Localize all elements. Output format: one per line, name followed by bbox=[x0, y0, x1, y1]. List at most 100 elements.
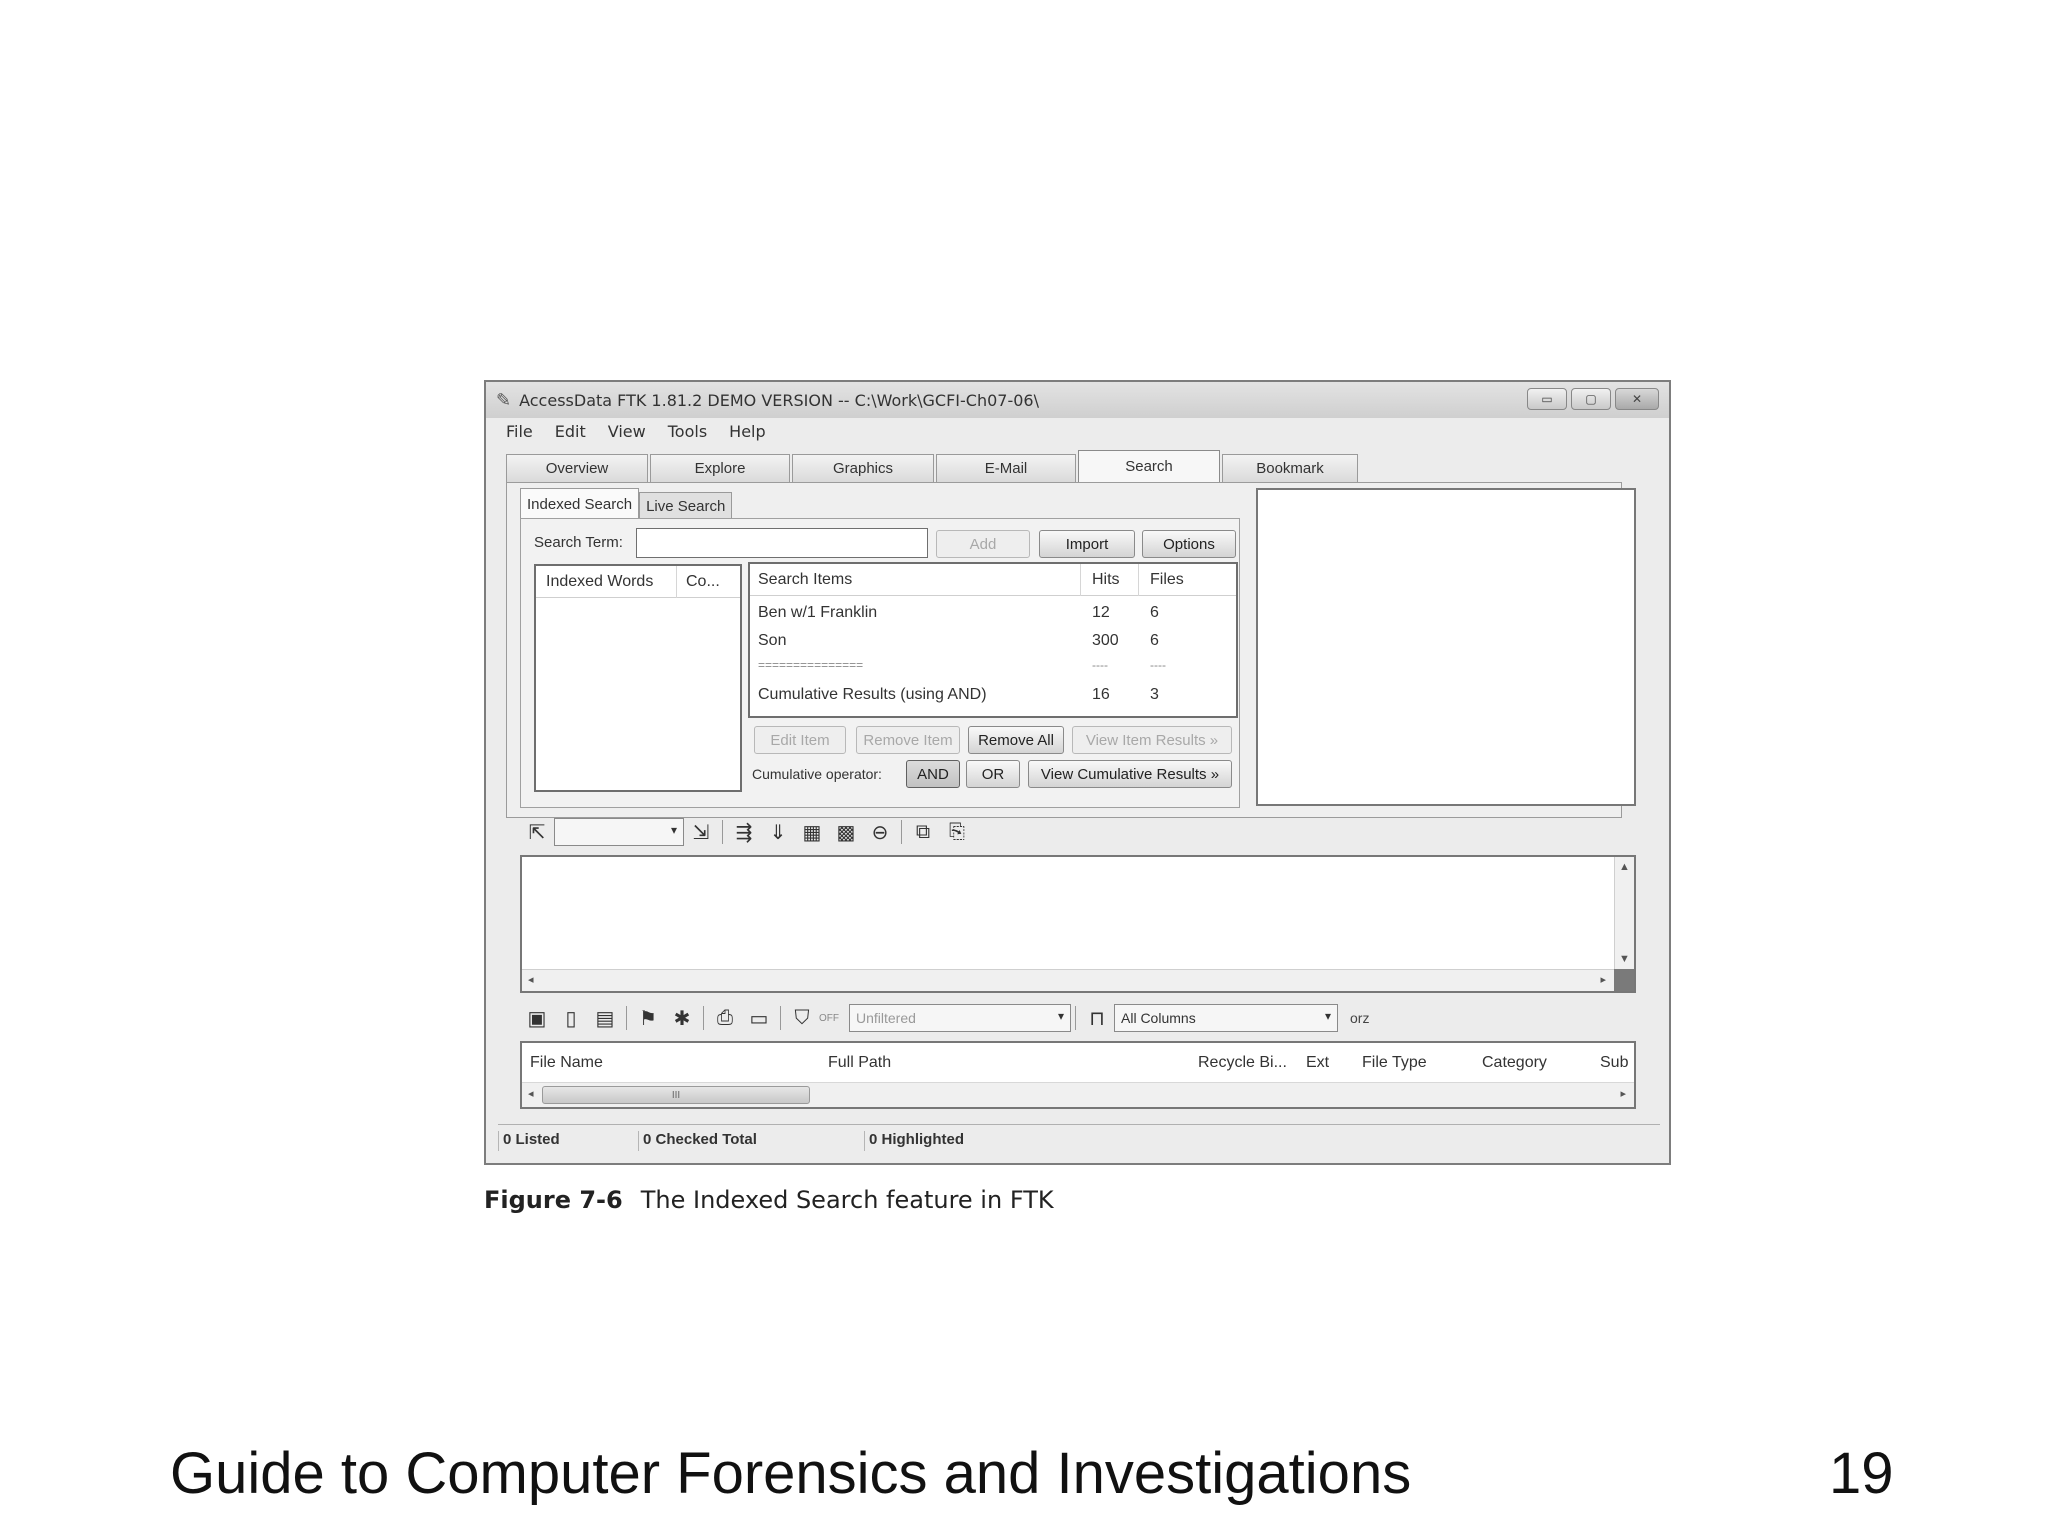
and-operator-button[interactable]: AND bbox=[906, 760, 960, 788]
tab-indexed-search[interactable]: Indexed Search bbox=[520, 488, 640, 520]
view-cumulative-results-button[interactable]: View Cumulative Results » bbox=[1028, 760, 1232, 788]
indexed-words-header: Indexed Words Co... bbox=[536, 566, 740, 598]
file-name-column[interactable]: File Name bbox=[530, 1054, 603, 1072]
main-tab-bar: Overview Explore Graphics E-Mail Search … bbox=[506, 450, 1360, 482]
tab-bookmark[interactable]: Bookmark bbox=[1222, 454, 1358, 482]
columns-icon[interactable]: ⊓ bbox=[1080, 1006, 1114, 1031]
tab-graphics[interactable]: Graphics bbox=[792, 454, 934, 482]
file-list-header: File Name Full Path Recycle Bi... Ext Fi… bbox=[522, 1043, 1634, 1083]
uncheck-icon[interactable]: ▯ bbox=[554, 1006, 588, 1031]
remove-item-button[interactable]: Remove Item bbox=[856, 726, 960, 754]
report-icon[interactable]: ⎙ bbox=[708, 1007, 742, 1030]
window-title: AccessData FTK 1.81.2 DEMO VERSION -- C:… bbox=[519, 390, 1039, 410]
filter-down-icon[interactable]: ⇓ bbox=[761, 820, 795, 845]
horizontal-scrollbar[interactable]: ◂ ▸ bbox=[522, 969, 1634, 991]
scroll-right-icon[interactable]: ▸ bbox=[1620, 1087, 1626, 1100]
tag-icon[interactable]: ⚑ bbox=[631, 1006, 665, 1031]
menu-view[interactable]: View bbox=[608, 422, 646, 441]
indexed-words-column[interactable]: Indexed Words bbox=[546, 573, 653, 591]
file-type-column[interactable]: File Type bbox=[1362, 1054, 1427, 1072]
print-icon[interactable]: ⊖ bbox=[863, 820, 897, 845]
scroll-left-icon[interactable]: ◂ bbox=[528, 973, 534, 986]
menu-help[interactable]: Help bbox=[729, 422, 765, 441]
scroll-down-icon[interactable]: ▼ bbox=[1619, 953, 1630, 965]
indexed-words-list[interactable]: Indexed Words Co... bbox=[534, 564, 742, 792]
figure-text: The Indexed Search feature in FTK bbox=[640, 1186, 1054, 1214]
status-bar: 0 Listed 0 Checked Total 0 Highlighted bbox=[498, 1124, 1660, 1154]
scroll-up-icon[interactable]: ▲ bbox=[1619, 861, 1630, 873]
ext-column[interactable]: Ext bbox=[1306, 1054, 1329, 1072]
results-toolbar: ⇱ ▾ ⇲ ⇶ ⇓ ▦ ▩ ⊖ ⧉ ⎘ bbox=[520, 814, 1636, 850]
hits-column[interactable]: Hits bbox=[1092, 571, 1120, 589]
view-item-results-button[interactable]: View Item Results » bbox=[1072, 726, 1232, 754]
recycle-bin-column[interactable]: Recycle Bi... bbox=[1198, 1054, 1287, 1072]
navigation-combo[interactable]: ▾ bbox=[554, 818, 684, 846]
filter-off-label: OFF bbox=[819, 1012, 839, 1024]
copy-icon[interactable]: ⧉ bbox=[906, 821, 940, 844]
filter-toggle-icon[interactable]: ⛉ bbox=[785, 1007, 819, 1030]
chevron-down-icon: ▾ bbox=[670, 823, 677, 837]
navigate-icon[interactable]: ⇱ bbox=[520, 820, 554, 845]
search-items-header: Search Items Hits Files bbox=[750, 564, 1236, 596]
tab-overview[interactable]: Overview bbox=[506, 454, 648, 482]
add-button[interactable]: Add bbox=[936, 530, 1030, 558]
tab-live-search[interactable]: Live Search bbox=[639, 492, 733, 520]
file-list-scrollbar[interactable]: ◂ III ▸ bbox=[522, 1083, 1634, 1107]
document-icon[interactable]: ▭ bbox=[742, 1006, 776, 1031]
filter-combo[interactable]: Unfiltered ▾ bbox=[849, 1004, 1071, 1032]
close-button[interactable]: ✕ bbox=[1615, 388, 1659, 410]
pen-icon: ✎ bbox=[496, 389, 512, 411]
column-settings-combo[interactable]: All Columns ▾ bbox=[1114, 1004, 1338, 1032]
search-items-list[interactable]: Search Items Hits Files Ben w/1 Franklin… bbox=[748, 562, 1238, 718]
tab-explore[interactable]: Explore bbox=[650, 454, 790, 482]
status-highlighted: 0 Highlighted bbox=[864, 1131, 964, 1151]
preview-pane[interactable] bbox=[1256, 488, 1636, 806]
menu-tools[interactable]: Tools bbox=[668, 422, 707, 441]
tab-search[interactable]: Search bbox=[1078, 450, 1220, 482]
menu-bar: File Edit View Tools Help bbox=[486, 418, 1669, 444]
search-sub-tabs: Indexed Search Live Search bbox=[520, 488, 733, 520]
thumbnails-icon[interactable]: ▤ bbox=[588, 1006, 622, 1031]
options-button[interactable]: Options bbox=[1142, 530, 1236, 558]
minimize-button[interactable]: ▭ bbox=[1527, 388, 1567, 410]
search-results-pane[interactable]: ▲ ▼ ◂ ▸ bbox=[520, 855, 1636, 993]
search-term-input[interactable] bbox=[636, 528, 928, 558]
count-column[interactable]: Co... bbox=[686, 573, 720, 591]
export-icon[interactable]: ⎘ bbox=[940, 821, 974, 844]
menu-file[interactable]: File bbox=[506, 422, 533, 441]
chevron-down-icon: ▾ bbox=[1057, 1009, 1064, 1023]
sub-column[interactable]: Sub bbox=[1600, 1054, 1628, 1072]
cumulative-operator-label: Cumulative operator: bbox=[752, 766, 882, 782]
category-column[interactable]: Category bbox=[1482, 1054, 1547, 1072]
chevron-down-icon: ▾ bbox=[1324, 1009, 1331, 1023]
full-path-column[interactable]: Full Path bbox=[828, 1054, 891, 1072]
scrollbar-thumb[interactable]: III bbox=[542, 1086, 810, 1104]
check-all-icon[interactable]: ▣ bbox=[520, 1006, 554, 1031]
maximize-button[interactable]: ▢ bbox=[1571, 388, 1611, 410]
status-listed: 0 Listed bbox=[498, 1131, 560, 1151]
find-icon[interactable]: ⇲ bbox=[684, 820, 718, 845]
figure-label: Figure 7-6 bbox=[484, 1186, 623, 1214]
grid-alt-icon[interactable]: ▩ bbox=[829, 820, 863, 845]
scroll-right-icon[interactable]: ▸ bbox=[1600, 973, 1606, 986]
search-term-label: Search Term: bbox=[534, 534, 623, 551]
ftk-window: ✎ AccessData FTK 1.81.2 DEMO VERSION -- … bbox=[484, 380, 1671, 1165]
filter-icon[interactable]: ⇶ bbox=[727, 820, 761, 845]
search-items-column[interactable]: Search Items bbox=[758, 571, 852, 589]
import-button[interactable]: Import bbox=[1039, 530, 1135, 558]
file-list-pane[interactable]: File Name Full Path Recycle Bi... Ext Fi… bbox=[520, 1041, 1636, 1109]
file-list-toolbar: ▣ ▯ ▤ ⚑ ✱ ⎙ ▭ ⛉ OFF Unfiltered ▾ ⊓ All C… bbox=[520, 1000, 1636, 1036]
files-column[interactable]: Files bbox=[1150, 571, 1184, 589]
scroll-left-icon[interactable]: ◂ bbox=[528, 1087, 534, 1100]
grid-icon[interactable]: ▦ bbox=[795, 820, 829, 845]
footer-title: Guide to Computer Forensics and Investig… bbox=[170, 1441, 1412, 1506]
edit-item-button[interactable]: Edit Item bbox=[754, 726, 846, 754]
status-checked-total: 0 Checked Total bbox=[638, 1131, 757, 1151]
extra-label: orz bbox=[1350, 1010, 1370, 1026]
figure-caption: Figure 7-6 The Indexed Search feature in … bbox=[484, 1186, 1054, 1214]
menu-edit[interactable]: Edit bbox=[555, 422, 586, 441]
or-operator-button[interactable]: OR bbox=[966, 760, 1020, 788]
tab-email[interactable]: E-Mail bbox=[936, 454, 1076, 482]
bookmark-icon[interactable]: ✱ bbox=[665, 1006, 699, 1031]
remove-all-button[interactable]: Remove All bbox=[968, 726, 1064, 754]
